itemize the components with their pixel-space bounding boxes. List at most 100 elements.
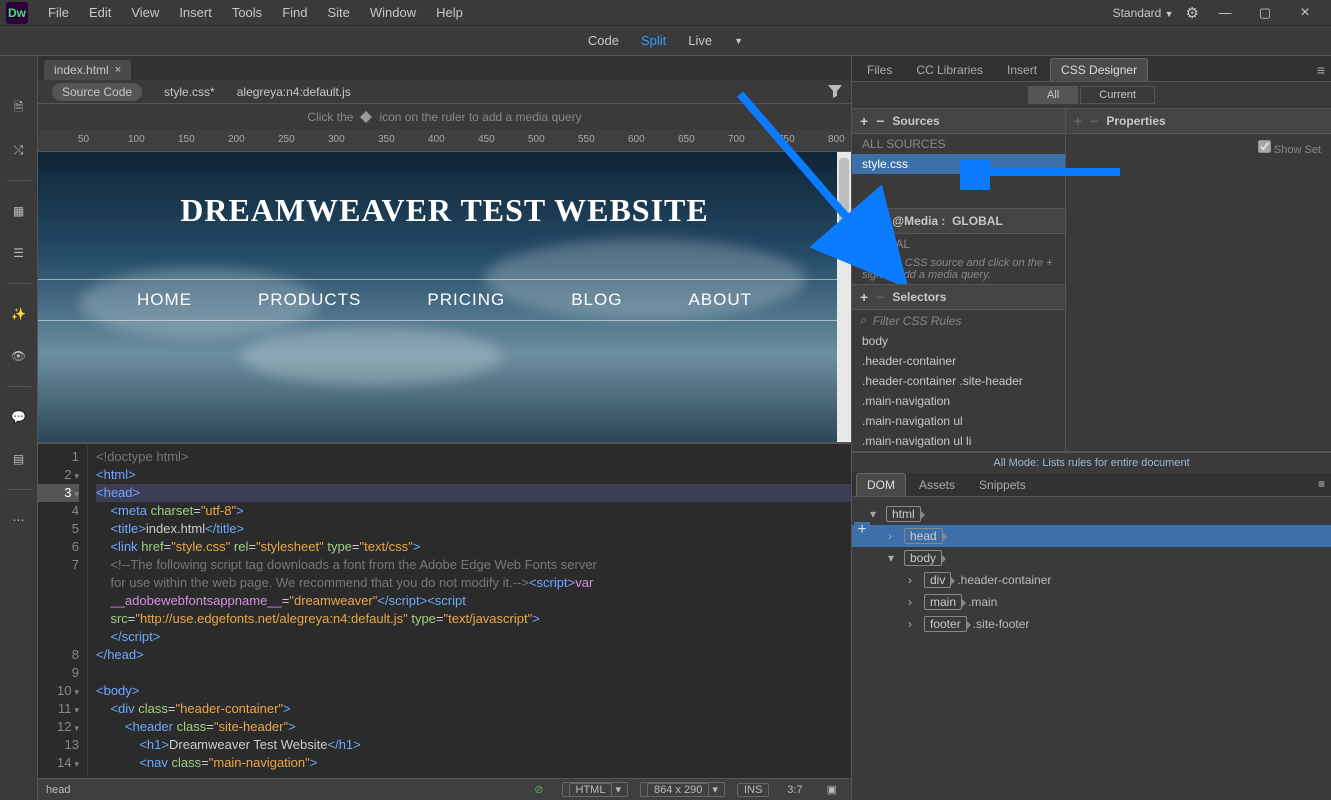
code-content[interactable]: <!doctype html><html><head> <meta charse… xyxy=(88,444,851,778)
git-icon[interactable]: ⤭ xyxy=(7,138,31,162)
nav-about[interactable]: ABOUT xyxy=(688,290,752,310)
preview-scrollbar[interactable] xyxy=(837,152,851,442)
source-code-pill[interactable]: Source Code xyxy=(52,83,142,101)
dom-panel-menu-icon[interactable]: ≡ xyxy=(1318,477,1325,491)
menu-bar: FileEditViewInsertToolsFindSiteWindowHel… xyxy=(38,0,473,26)
live-preview[interactable]: DREAMWEAVER TEST WEBSITE HOME PRODUCTS PRI… xyxy=(38,152,851,442)
live-options-icon[interactable]: ▼ xyxy=(734,36,743,46)
related-file-alegreya[interactable]: alegreya:n4:default.js xyxy=(237,85,351,99)
panel-menu-icon[interactable]: ≡ xyxy=(1317,62,1325,78)
menu-view[interactable]: View xyxy=(121,0,169,26)
dom-node-footer[interactable]: ›footer.site-footer xyxy=(852,613,1331,635)
breadcrumb[interactable]: head xyxy=(46,784,70,796)
viewmode-split[interactable]: Split xyxy=(641,33,666,48)
dom-node-html[interactable]: ▾html xyxy=(852,503,1331,525)
insert-mode[interactable]: INS xyxy=(737,783,769,797)
panel-tab-files[interactable]: Files xyxy=(856,58,903,81)
comment-icon[interactable]: 💬 xyxy=(7,405,31,429)
add-property-icon[interactable]: + xyxy=(1074,113,1082,129)
close-tab-icon[interactable]: × xyxy=(115,64,121,76)
cssdesigner-mode-tabs: AllCurrent xyxy=(852,82,1331,108)
menu-site[interactable]: Site xyxy=(317,0,359,26)
ruler[interactable]: 5010015020025030035040045050055060065070… xyxy=(38,130,851,152)
add-selector-icon[interactable]: + xyxy=(860,289,868,305)
selector-row[interactable]: .main-navigation ul li xyxy=(852,431,1065,451)
app-logo[interactable]: Dw xyxy=(6,2,28,24)
menu-window[interactable]: Window xyxy=(360,0,426,26)
all-sources-row[interactable]: ALL SOURCES xyxy=(852,134,1065,154)
nav-blog[interactable]: BLOG xyxy=(571,290,622,310)
dom-node-main[interactable]: ›main.main xyxy=(852,591,1331,613)
code-editor[interactable]: 1234567891011121314 <!doctype html><html… xyxy=(38,444,851,778)
nav-products[interactable]: PRODUCTS xyxy=(258,290,361,310)
filter-icon[interactable] xyxy=(827,83,843,102)
selector-row[interactable]: body xyxy=(852,331,1065,351)
dom-node-div[interactable]: ›div.header-container xyxy=(852,569,1331,591)
media-query-hint: Click the icon on the ruler to add a med… xyxy=(38,104,851,130)
preview-nav: HOME PRODUCTS PRICING BLOG ABOUT xyxy=(38,279,851,321)
menu-file[interactable]: File xyxy=(38,0,79,26)
menu-edit[interactable]: Edit xyxy=(79,0,121,26)
selector-row[interactable]: .main-navigation xyxy=(852,391,1065,411)
workspace-switcher[interactable]: Standard ▼ xyxy=(1113,6,1174,20)
dom-tab-snippets[interactable]: Snippets xyxy=(968,473,1037,496)
maximize-button[interactable]: ▢ xyxy=(1251,4,1279,22)
close-button[interactable]: × xyxy=(1291,4,1319,22)
menu-tools[interactable]: Tools xyxy=(222,0,272,26)
media-hint: Select a CSS source and click on the + s… xyxy=(852,254,1065,284)
css-mode-current[interactable]: Current xyxy=(1080,86,1155,104)
preview-title: DREAMWEAVER TEST WEBSITE xyxy=(38,152,851,229)
cssdesigner-footer: All Mode: Lists rules for entire documen… xyxy=(852,452,1331,473)
wand-icon[interactable]: ✨ xyxy=(7,302,31,326)
panel-tab-insert[interactable]: Insert xyxy=(996,58,1048,81)
viewmode-code[interactable]: Code xyxy=(588,33,619,48)
eye-icon[interactable]: 👁 xyxy=(7,344,31,368)
menu-help[interactable]: Help xyxy=(426,0,473,26)
panel-icon[interactable]: ▤ xyxy=(7,447,31,471)
live-view-icon[interactable]: ▦ xyxy=(7,199,31,223)
media-header: + − @Media : GLOBAL xyxy=(852,208,1065,234)
sync-settings-icon[interactable]: ⚙ xyxy=(1186,4,1199,22)
right-panel-tabs: FilesCC LibrariesInsertCSS Designer ≡ xyxy=(852,56,1331,82)
remove-media-icon[interactable]: − xyxy=(876,213,884,229)
inspect-icon[interactable]: ☰ xyxy=(7,241,31,265)
panel-tab-css-designer[interactable]: CSS Designer xyxy=(1050,58,1148,81)
properties-header: + − Properties xyxy=(1066,108,1331,134)
more-tools-icon[interactable]: ⋯ xyxy=(7,508,31,532)
selector-row[interactable]: .header-container xyxy=(852,351,1065,371)
remove-source-icon[interactable]: − xyxy=(876,113,884,129)
viewmode-live[interactable]: Live xyxy=(688,33,712,48)
add-media-icon[interactable]: + xyxy=(860,213,868,229)
preview-device-icon[interactable]: ▣ xyxy=(821,783,843,796)
size-selector[interactable]: 864 x 290 ▾ xyxy=(640,782,725,797)
selector-row[interactable]: .main-navigation ul xyxy=(852,411,1065,431)
nav-home[interactable]: HOME xyxy=(137,290,192,310)
remove-property-icon[interactable]: − xyxy=(1090,113,1098,129)
dom-tab-dom[interactable]: DOM xyxy=(856,473,906,496)
css-mode-all[interactable]: All xyxy=(1028,86,1078,104)
file-tab-index[interactable]: index.html × xyxy=(44,60,131,80)
document-tabs: index.html × xyxy=(38,56,851,80)
selector-row[interactable]: .header-container .site-header xyxy=(852,371,1065,391)
panel-tab-cc-libraries[interactable]: CC Libraries xyxy=(905,58,994,81)
lang-selector[interactable]: HTML ▾ xyxy=(562,782,629,797)
dom-tab-assets[interactable]: Assets xyxy=(908,473,966,496)
add-source-icon[interactable]: + xyxy=(860,113,868,129)
menu-insert[interactable]: Insert xyxy=(169,0,222,26)
related-file-stylecss[interactable]: style.css* xyxy=(164,85,215,99)
show-set-checkbox[interactable]: Show Set xyxy=(1258,140,1321,156)
dom-node-body[interactable]: ▾body xyxy=(852,547,1331,569)
dom-add-icon[interactable]: + xyxy=(854,522,870,538)
line-gutter[interactable]: 1234567891011121314 xyxy=(38,444,88,778)
dom-tree[interactable]: + ▾html›head▾body›div.header-container›m… xyxy=(852,497,1331,800)
selector-filter[interactable]: ⌕ Filter CSS Rules xyxy=(852,310,1065,331)
file-manager-icon[interactable]: 🗎 xyxy=(7,96,31,120)
minimize-button[interactable]: — xyxy=(1211,4,1239,22)
menu-find[interactable]: Find xyxy=(272,0,317,26)
nav-pricing[interactable]: PRICING xyxy=(427,290,505,310)
media-global-row[interactable]: GLOBAL xyxy=(852,234,1065,254)
remove-selector-icon[interactable]: − xyxy=(876,289,884,305)
dom-node-head[interactable]: ›head xyxy=(852,525,1331,547)
status-ok-icon: ⊘ xyxy=(528,783,549,796)
source-stylecss[interactable]: style.css xyxy=(852,154,1065,174)
